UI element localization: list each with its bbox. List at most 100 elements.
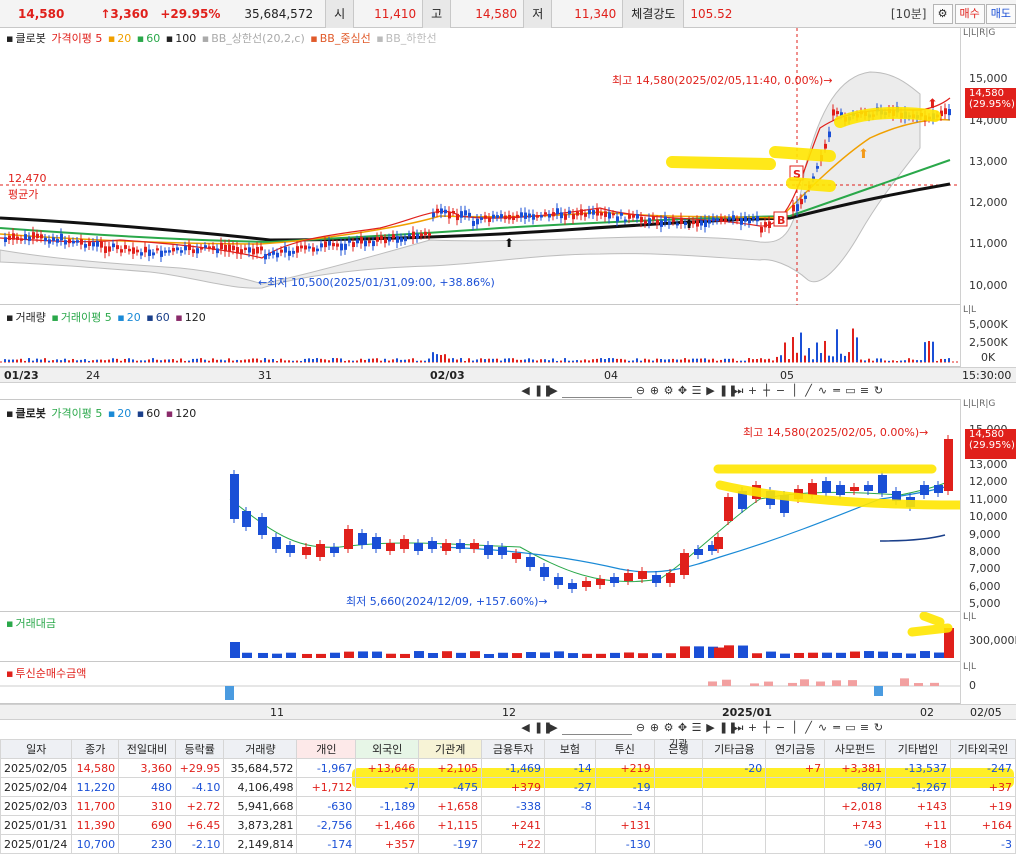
- buy-button[interactable]: 매수: [954, 3, 985, 24]
- candle-body: [596, 579, 605, 585]
- next-icon[interactable]: ▶: [548, 384, 559, 398]
- rect-icon[interactable]: ▭: [845, 721, 856, 735]
- table-row[interactable]: 2025/02/04 11,220 480 -4.10 4,106,498 +1,712-…: [0, 777, 1016, 797]
- column-header[interactable]: 기타법인: [885, 739, 951, 759]
- menu-icon[interactable]: ☰: [691, 384, 702, 398]
- trust-axis[interactable]: L|L 0: [960, 662, 1016, 704]
- top-timeline[interactable]: 01/23 24 31 02/03 04 05 15:30:00: [0, 367, 1016, 383]
- candle-body: [524, 212, 527, 219]
- sell-button[interactable]: 매도: [985, 3, 1016, 24]
- wave-icon[interactable]: ∿: [817, 384, 828, 398]
- volume-axis[interactable]: L|L 5,000K 2,500K 0K: [960, 305, 1016, 367]
- last-icon[interactable]: ⏭: [733, 384, 744, 398]
- column-header[interactable]: 기관계: [418, 739, 483, 759]
- hline-icon[interactable]: │: [789, 384, 800, 398]
- trade-value-axis[interactable]: L|L 300,000M: [960, 612, 1016, 662]
- reset-icon[interactable]: ↻: [873, 384, 884, 398]
- column-header[interactable]: 전일대비: [118, 739, 176, 759]
- table-row[interactable]: 2025/01/31 11,390 690 +6.45 3,873,281 -2,756 +…: [0, 815, 1016, 835]
- top-chart-toolbar[interactable]: ◀ ❚❚ ▶ ⊖ ⊕ ⚙ ✥ ☰ ▶ ❚❚ ⏭ + ┼ − │ ╱ ∿ ═ ▭ ≡ ↻: [520, 383, 960, 399]
- fib-icon[interactable]: ≡: [859, 721, 870, 735]
- zoom-in-icon[interactable]: ⊕: [649, 721, 660, 735]
- last-icon[interactable]: ⏭: [733, 721, 744, 735]
- candle-body: [216, 248, 219, 254]
- column-header[interactable]: 연기금등: [765, 739, 826, 759]
- scroll-slider[interactable]: [562, 384, 632, 398]
- column-header[interactable]: 일자: [0, 739, 73, 759]
- reset-icon[interactable]: ↻: [873, 721, 884, 735]
- hline-icon[interactable]: │: [789, 721, 800, 735]
- play-icon[interactable]: ▶: [705, 721, 716, 735]
- candle-body: [28, 236, 31, 241]
- candle-body: [584, 213, 587, 217]
- move-icon[interactable]: ✥: [677, 721, 688, 735]
- column-header[interactable]: 투신: [594, 739, 655, 759]
- column-header[interactable]: 종가: [71, 739, 120, 759]
- column-header[interactable]: 개인: [296, 739, 357, 759]
- menu-icon[interactable]: ☰: [691, 721, 702, 735]
- bottom-timeline[interactable]: 11 12 2025/01 02 02/05: [0, 704, 1016, 720]
- interval-selector[interactable]: [10분]: [885, 5, 933, 22]
- pause-icon[interactable]: ❚❚: [534, 384, 552, 398]
- hline2-icon[interactable]: ═: [831, 721, 842, 735]
- axis-flags[interactable]: L|L: [961, 305, 1016, 315]
- volume-bar: [736, 360, 738, 362]
- candle-body: [672, 218, 675, 222]
- top-price-axis[interactable]: L|L|R|G 15,000 14,000 13,000 12,000 11,0…: [960, 28, 1016, 305]
- candle-body: [668, 221, 671, 225]
- axis-flags[interactable]: L|L|R|G: [961, 28, 1016, 38]
- settings-gear-icon[interactable]: ⚙: [932, 3, 953, 24]
- settings-icon[interactable]: ⚙: [663, 384, 674, 398]
- minus-icon[interactable]: −: [775, 721, 786, 735]
- column-header[interactable]: 보험: [544, 739, 596, 759]
- daily-price-axis[interactable]: L|L|R|G 15,000 13,000 12,000 11,000 10,0…: [960, 399, 1016, 612]
- candle-body: [428, 232, 431, 237]
- crosshair-icon[interactable]: ┼: [761, 384, 772, 398]
- axis-flags[interactable]: L|L: [961, 612, 1016, 622]
- table-cell: +1,712: [296, 777, 357, 797]
- add-icon[interactable]: +: [747, 384, 758, 398]
- axis-flags[interactable]: L|L: [961, 662, 1016, 672]
- add-icon[interactable]: +: [747, 721, 758, 735]
- table-row[interactable]: 2025/02/03 11,700 310 +2.72 5,941,668 -630 -1,…: [0, 796, 1016, 816]
- pause-icon[interactable]: ❚❚: [534, 721, 552, 735]
- table-row[interactable]: 2025/02/05 14,580 3,360 +29.95 35,684,572 -1,…: [0, 758, 1016, 778]
- zoom-out-icon[interactable]: ⊖: [635, 721, 646, 735]
- move-icon[interactable]: ✥: [677, 384, 688, 398]
- volume-bar: [336, 358, 338, 362]
- bottom-chart-toolbar[interactable]: ◀ ❚❚ ▶ ⊖ ⊕ ⚙ ✥ ☰ ▶ ❚❚ ⏭ + ┼ − │ ╱ ∿ ═ ▭ ≡ ↻: [520, 720, 960, 736]
- wave-icon[interactable]: ∿: [817, 721, 828, 735]
- column-header[interactable]: 사모펀드: [824, 739, 887, 759]
- zoom-out-icon[interactable]: ⊖: [635, 384, 646, 398]
- toolbar-icons[interactable]: ◀ ❚❚ ▶ ⊖ ⊕ ⚙ ✥ ☰ ▶ ❚❚ ⏭ + ┼ − │ ╱ ∿ ═ ▭ ≡ ↻: [520, 721, 884, 735]
- column-header[interactable]: 등락률: [174, 739, 225, 759]
- minus-icon[interactable]: −: [775, 384, 786, 398]
- table-row[interactable]: 2025/01/24 10,700 230 -2.10 2,149,814 -174 +35…: [0, 834, 1016, 854]
- axis-flags[interactable]: L|L|R|G: [961, 399, 1016, 409]
- volume-bar: [360, 358, 362, 362]
- settings-icon[interactable]: ⚙: [663, 721, 674, 735]
- column-header[interactable]: 외국인: [355, 739, 420, 759]
- trendline-icon[interactable]: ╱: [803, 384, 814, 398]
- column-header[interactable]: 기타외국인: [949, 739, 1016, 759]
- fib-icon[interactable]: ≡: [859, 384, 870, 398]
- column-header[interactable]: 기타금융: [702, 739, 767, 759]
- pause2-icon[interactable]: ❚❚: [719, 721, 737, 735]
- prev-icon[interactable]: ◀: [520, 721, 531, 735]
- volume-bar: [540, 359, 542, 362]
- play-icon[interactable]: ▶: [705, 384, 716, 398]
- candle-body: [368, 240, 371, 244]
- column-header[interactable]: 거래량: [223, 739, 298, 759]
- toolbar-icons[interactable]: ◀ ❚❚ ▶ ⊖ ⊕ ⚙ ✥ ☰ ▶ ❚❚ ⏭ + ┼ − │ ╱ ∿ ═ ▭ ≡ ↻: [520, 384, 884, 398]
- crosshair-icon[interactable]: ┼: [761, 721, 772, 735]
- zoom-in-icon[interactable]: ⊕: [649, 384, 660, 398]
- scroll-slider[interactable]: [562, 721, 632, 735]
- hline2-icon[interactable]: ═: [831, 384, 842, 398]
- candle-body: [316, 248, 319, 252]
- prev-icon[interactable]: ◀: [520, 384, 531, 398]
- column-header[interactable]: 금융투자: [481, 739, 546, 759]
- pause2-icon[interactable]: ❚❚: [719, 384, 737, 398]
- rect-icon[interactable]: ▭: [845, 384, 856, 398]
- trendline-icon[interactable]: ╱: [803, 721, 814, 735]
- next-icon[interactable]: ▶: [548, 721, 559, 735]
